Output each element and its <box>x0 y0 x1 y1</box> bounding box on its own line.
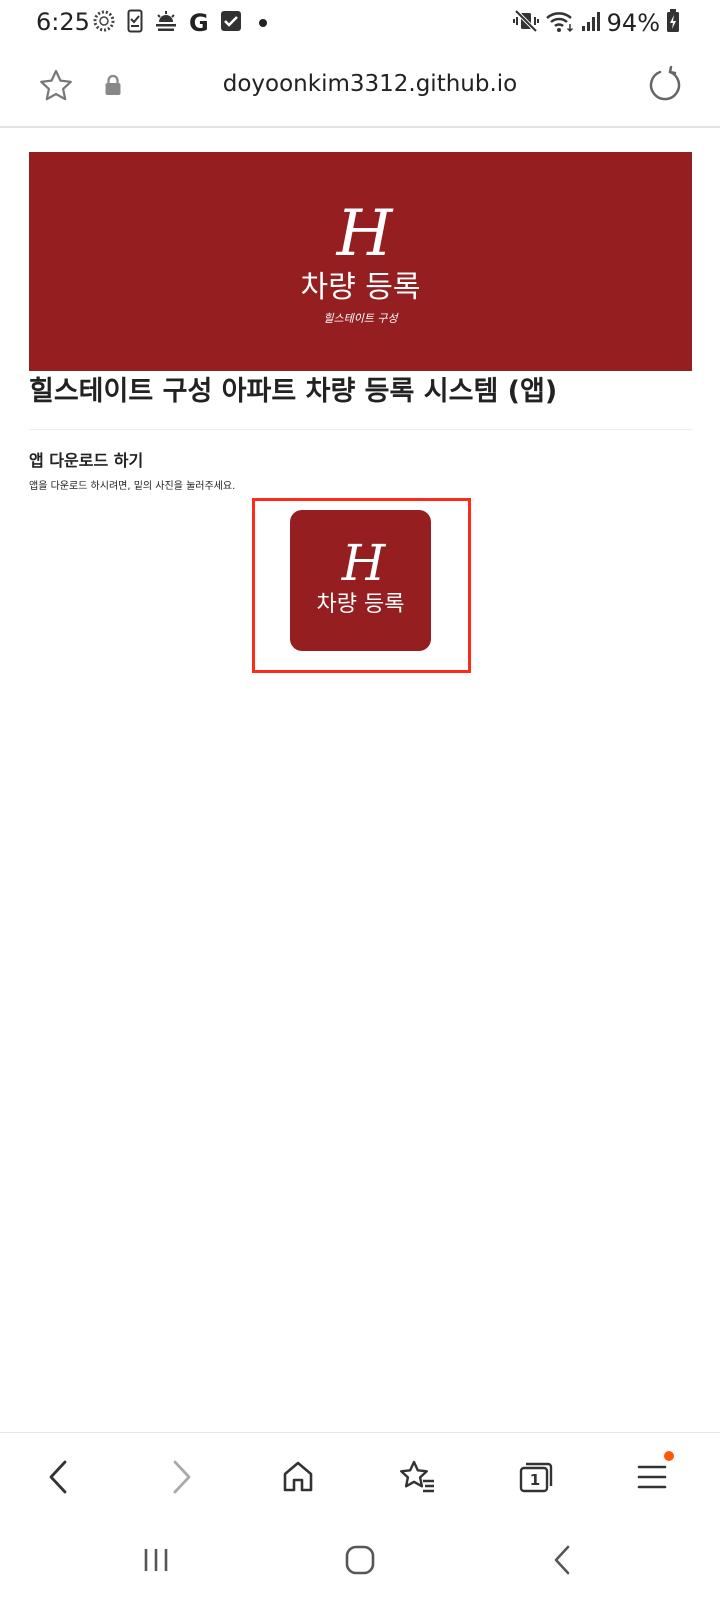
hero-banner: H 차량 등록 힐스테이트 구성 <box>29 152 692 371</box>
section-description: 앱을 다운로드 하시려면, 밑의 사진을 눌러주세요. <box>29 481 236 492</box>
phone-check-icon <box>127 9 143 37</box>
app-download-button[interactable]: H 차량 등록 <box>290 510 431 651</box>
bookmarks-button[interactable] <box>396 1455 440 1499</box>
status-time: 6:25 <box>36 8 90 36</box>
tab-count: 1 <box>529 1471 541 1489</box>
reload-icon[interactable] <box>648 65 682 106</box>
notification-icons: G <box>92 9 267 37</box>
weather-icon <box>154 10 178 36</box>
wifi-icon <box>545 9 575 37</box>
google-icon: G <box>189 9 209 37</box>
menu-notification-dot <box>664 1451 674 1461</box>
app-icon-title: 차량 등록 <box>316 592 405 617</box>
back-button[interactable] <box>36 1455 80 1499</box>
banner-subtitle: 힐스테이트 구성 <box>323 312 398 325</box>
menu-button[interactable] <box>630 1451 674 1499</box>
divider <box>29 429 692 430</box>
banner-logo: H 차량 등록 힐스테이트 구성 <box>29 202 692 326</box>
forward-button[interactable] <box>160 1455 204 1499</box>
page-title: 힐스테이트 구성 아파트 차량 등록 시스템 (앱) <box>29 376 558 407</box>
address-bar: doyoonkim3312.github.io <box>0 46 720 128</box>
mute-vibrate-icon <box>512 9 539 37</box>
banner-title: 차량 등록 <box>300 270 421 305</box>
sync-icon <box>92 9 116 37</box>
browser-toolbar: 1 <box>0 1432 720 1518</box>
section-heading: 앱 다운로드 하기 <box>29 451 144 470</box>
system-icons: 94% <box>512 8 680 38</box>
battery-charging-icon <box>666 9 680 37</box>
url-text[interactable]: doyoonkim3312.github.io <box>0 71 720 97</box>
app-icon-monogram: H <box>341 534 386 592</box>
battery-percent: 94% <box>606 9 660 37</box>
recent-apps-icon[interactable] <box>134 1540 178 1580</box>
back-nav-icon[interactable] <box>540 1540 584 1580</box>
banner-monogram: H <box>336 197 393 271</box>
task-check-icon <box>220 10 242 36</box>
home-nav-icon[interactable] <box>338 1540 382 1580</box>
dot-icon <box>258 19 267 27</box>
signal-icon <box>581 10 601 36</box>
status-bar: 6:25 G 94% <box>0 0 720 46</box>
home-button[interactable] <box>276 1455 320 1499</box>
tabs-button[interactable]: 1 <box>514 1455 558 1499</box>
system-nav-bar <box>0 1518 720 1600</box>
